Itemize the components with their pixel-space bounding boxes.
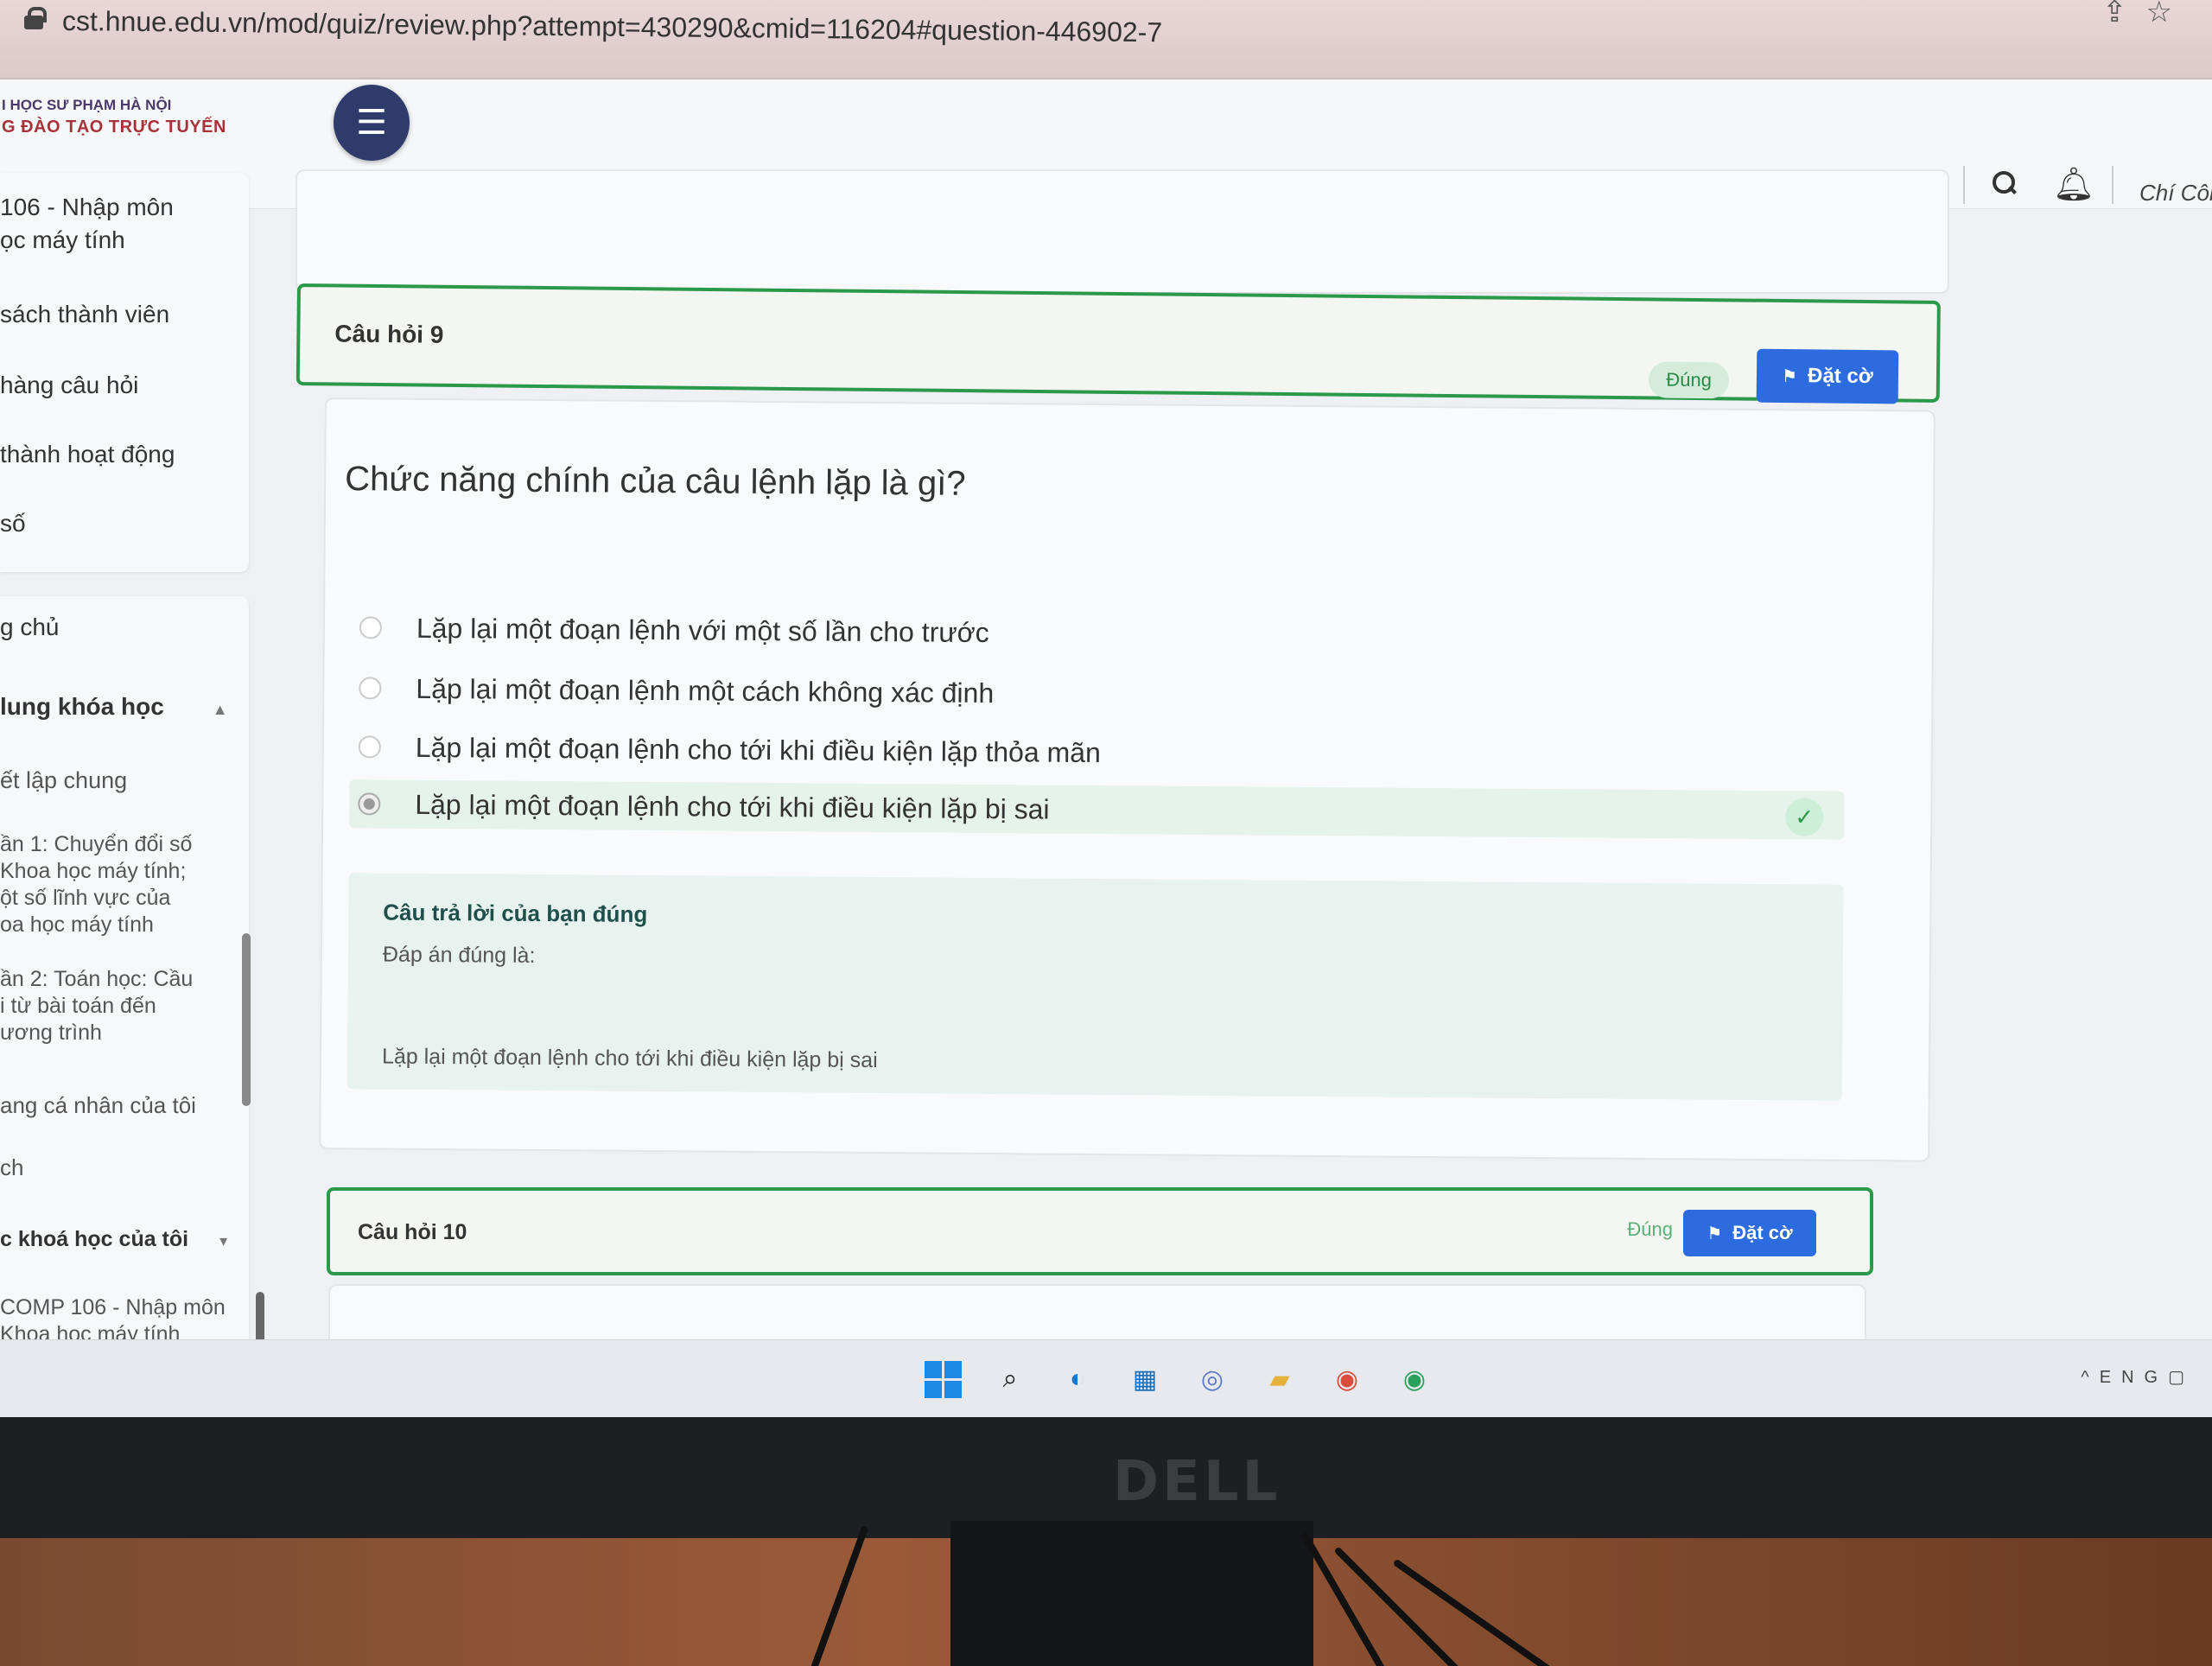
sidebar-item-question-bank[interactable]: hàng câu hỏi <box>0 372 138 399</box>
feedback-box: Câu trả lời của bạn đúng Đáp án đúng là:… <box>346 873 1844 1101</box>
sidebar-item-activity-completion[interactable]: thành hoạt động <box>0 441 175 468</box>
sidebar-item-home[interactable]: g chủ <box>0 614 60 641</box>
search-icon[interactable]: ⌕ <box>990 1359 1030 1399</box>
drawer-toggle-button[interactable]: ☰ <box>334 85 410 161</box>
radio-button-selected[interactable] <box>358 792 381 816</box>
sidebar-item-course-content[interactable]: lung khóa học ▲ <box>0 693 228 721</box>
chevron-up-icon[interactable]: ▲ <box>213 701 228 718</box>
lock-icon <box>24 7 47 29</box>
answer-option[interactable]: Lặp lại một đoạn lệnh một cách không xác… <box>359 664 994 717</box>
flag-question-button[interactable]: ⚑ Đặt cờ <box>1683 1210 1816 1256</box>
course-title-line2: ọc máy tính <box>0 226 125 253</box>
correct-answer-label: Đáp án đúng là: <box>382 942 536 968</box>
question-text: Chức năng chính của câu lệnh lặp là gì? <box>345 460 966 503</box>
radio-button[interactable] <box>358 735 381 759</box>
sidebar-item-topic2[interactable]: ần 2: Toán học: Cầu i từ bài toán đến ươ… <box>0 966 193 1046</box>
my-courses-label: c khoá học của tôi <box>0 1227 189 1251</box>
explorer-icon[interactable]: ▰ <box>1260 1359 1300 1399</box>
sidebar-item-personal-page[interactable]: ang cá nhân của tôi <box>0 1092 196 1119</box>
header-divider <box>1963 166 1965 204</box>
dell-logo: DELL <box>1113 1450 1281 1514</box>
question-9-header: Câu hỏi 9 Đúng ⚑ Đặt cờ <box>296 283 1941 404</box>
topic2-line: ương trình <box>0 1021 102 1045</box>
sidebar-item-general[interactable]: ết lập chung <box>0 767 127 794</box>
answer-option[interactable]: Lặp lại một đoạn lệnh cho tới khi điều k… <box>358 722 1101 777</box>
topic1-line: Khoa học máy tính; <box>0 859 187 883</box>
site-nav-card: g chủ lung khóa học ▲ ết lập chung ần 1: … <box>0 596 249 1417</box>
notification-icon[interactable]: ▢ <box>2168 1368 2195 1387</box>
topic1-line: ột số lĩnh vực của <box>0 886 171 910</box>
teams-icon[interactable]: ◎ <box>1192 1359 1232 1399</box>
topic1-line: oa học máy tính <box>0 912 154 937</box>
course-title-line1: 106 - Nhập môn <box>0 194 174 220</box>
feedback-title: Câu trả lời của bạn đúng <box>383 899 648 927</box>
search-icon[interactable] <box>1993 171 2017 195</box>
question-10-header: Câu hỏi 10 Đúng ⚑ Đặt cờ <box>327 1187 1873 1275</box>
sidebar: 106 - Nhập môn ọc máy tính sách thành vi… <box>0 173 264 1417</box>
correct-answer-text: Lặp lại một đoạn lệnh cho tới khi điều k… <box>381 1044 878 1073</box>
tray-language[interactable]: ENG <box>2100 1368 2168 1387</box>
taskbar: ⌕ ◐ ▦ ◎ ▰ ◉ ◉ ^ENG▢ <box>0 1339 2212 1417</box>
flag-label: Đặt cờ <box>1732 1222 1793 1243</box>
radio-button[interactable] <box>359 616 383 639</box>
chrome-alt-icon[interactable]: ◉ <box>1395 1359 1434 1399</box>
site-logo-line2[interactable]: G ĐÀO TẠO TRỰC TUYẾN <box>2 118 226 137</box>
star-icon[interactable]: ☆ <box>2146 0 2191 29</box>
option-label: Lặp lại một đoạn lệnh với một số lần cho… <box>416 612 989 648</box>
bell-icon[interactable]: 🔔︎ <box>2053 166 2094 204</box>
course-nav-card: 106 - Nhập môn ọc máy tính sách thành vi… <box>0 173 249 572</box>
user-menu[interactable]: Chí Côn <box>2139 180 2212 207</box>
flag-question-button[interactable]: ⚑ Đặt cờ <box>1756 348 1899 404</box>
monitor-stand <box>950 1521 1313 1666</box>
radio-button[interactable] <box>359 677 382 700</box>
answer-option-selected[interactable]: Lặp lại một đoạn lệnh cho tới khi điều k… <box>349 779 1845 840</box>
browser-actions: ⇪☆ <box>2102 0 2191 29</box>
answer-option[interactable]: Lặp lại một đoạn lệnh với một số lần cho… <box>359 603 989 657</box>
edge-icon[interactable]: ◐ <box>1058 1359 1097 1399</box>
sidebar-item-topic1[interactable]: ần 1: Chuyển đổi số Khoa học máy tính; ộ… <box>0 831 192 938</box>
previous-question-card <box>296 169 1949 294</box>
chevron-down-icon[interactable]: ▾ <box>219 1232 227 1250</box>
sidebar-item-grades[interactable]: số <box>0 510 26 537</box>
check-icon: ✓ <box>1785 798 1824 836</box>
option-label: Lặp lại một đoạn lệnh cho tới khi điều k… <box>415 788 1050 825</box>
store-icon[interactable]: ▦ <box>1125 1359 1165 1399</box>
option-label: Lặp lại một đoạn lệnh cho tới khi điều k… <box>415 731 1101 768</box>
flag-icon: ⚑ <box>1782 366 1798 386</box>
sidebar-item-my-courses[interactable]: c khoá học của tôi ▾ <box>0 1227 227 1252</box>
flag-label: Đặt cờ <box>1807 364 1873 389</box>
topic1-line: ần 1: Chuyển đổi số <box>0 832 193 856</box>
chrome-icon[interactable]: ◉ <box>1327 1359 1367 1399</box>
course-content-label: lung khóa học <box>0 693 164 720</box>
monitor-bezel: DELL <box>0 1417 2212 1538</box>
system-tray[interactable]: ^ENG▢ <box>2081 1366 2195 1388</box>
question-9-body: Chức năng chính của câu lệnh lặp là gì? … <box>319 397 1936 1162</box>
topic2-line: ần 2: Toán học: Cầu <box>0 967 194 991</box>
flag-icon: ⚑ <box>1707 1224 1723 1243</box>
status-badge: Đúng <box>1649 361 1730 399</box>
sidebar-item-participants[interactable]: sách thành viên <box>0 301 169 328</box>
chevron-up-icon[interactable]: ^ <box>2081 1368 2099 1387</box>
site-logo-line1[interactable]: I HỌC SƯ PHẠM HÀ NỘI <box>2 97 171 114</box>
question-number: Câu hỏi 10 <box>358 1220 467 1244</box>
question-number: Câu hỏi 9 <box>334 320 444 348</box>
header-divider <box>2112 166 2113 204</box>
url-text[interactable]: cst.hnue.edu.vn/mod/quiz/review.php?atte… <box>62 5 1163 48</box>
screen: cst.hnue.edu.vn/mod/quiz/review.php?atte… <box>0 0 2212 1417</box>
course-title[interactable]: 106 - Nhập môn ọc máy tính <box>0 194 174 254</box>
option-label: Lặp lại một đoạn lệnh một cách không xác… <box>416 672 995 709</box>
sidebar-scrollbar[interactable] <box>242 933 251 1106</box>
menu-icon: ☰ <box>356 104 387 142</box>
status-badge: Đúng <box>1627 1218 1673 1240</box>
course-link-line: COMP 106 - Nhập môn <box>0 1295 226 1319</box>
sidebar-item-calendar[interactable]: ch <box>0 1154 23 1181</box>
topic2-line: i từ bài toán đến <box>0 994 156 1018</box>
share-icon[interactable]: ⇪ <box>2102 0 2146 29</box>
address-bar[interactable]: cst.hnue.edu.vn/mod/quiz/review.php?atte… <box>0 0 2212 79</box>
start-icon[interactable] <box>923 1359 963 1399</box>
